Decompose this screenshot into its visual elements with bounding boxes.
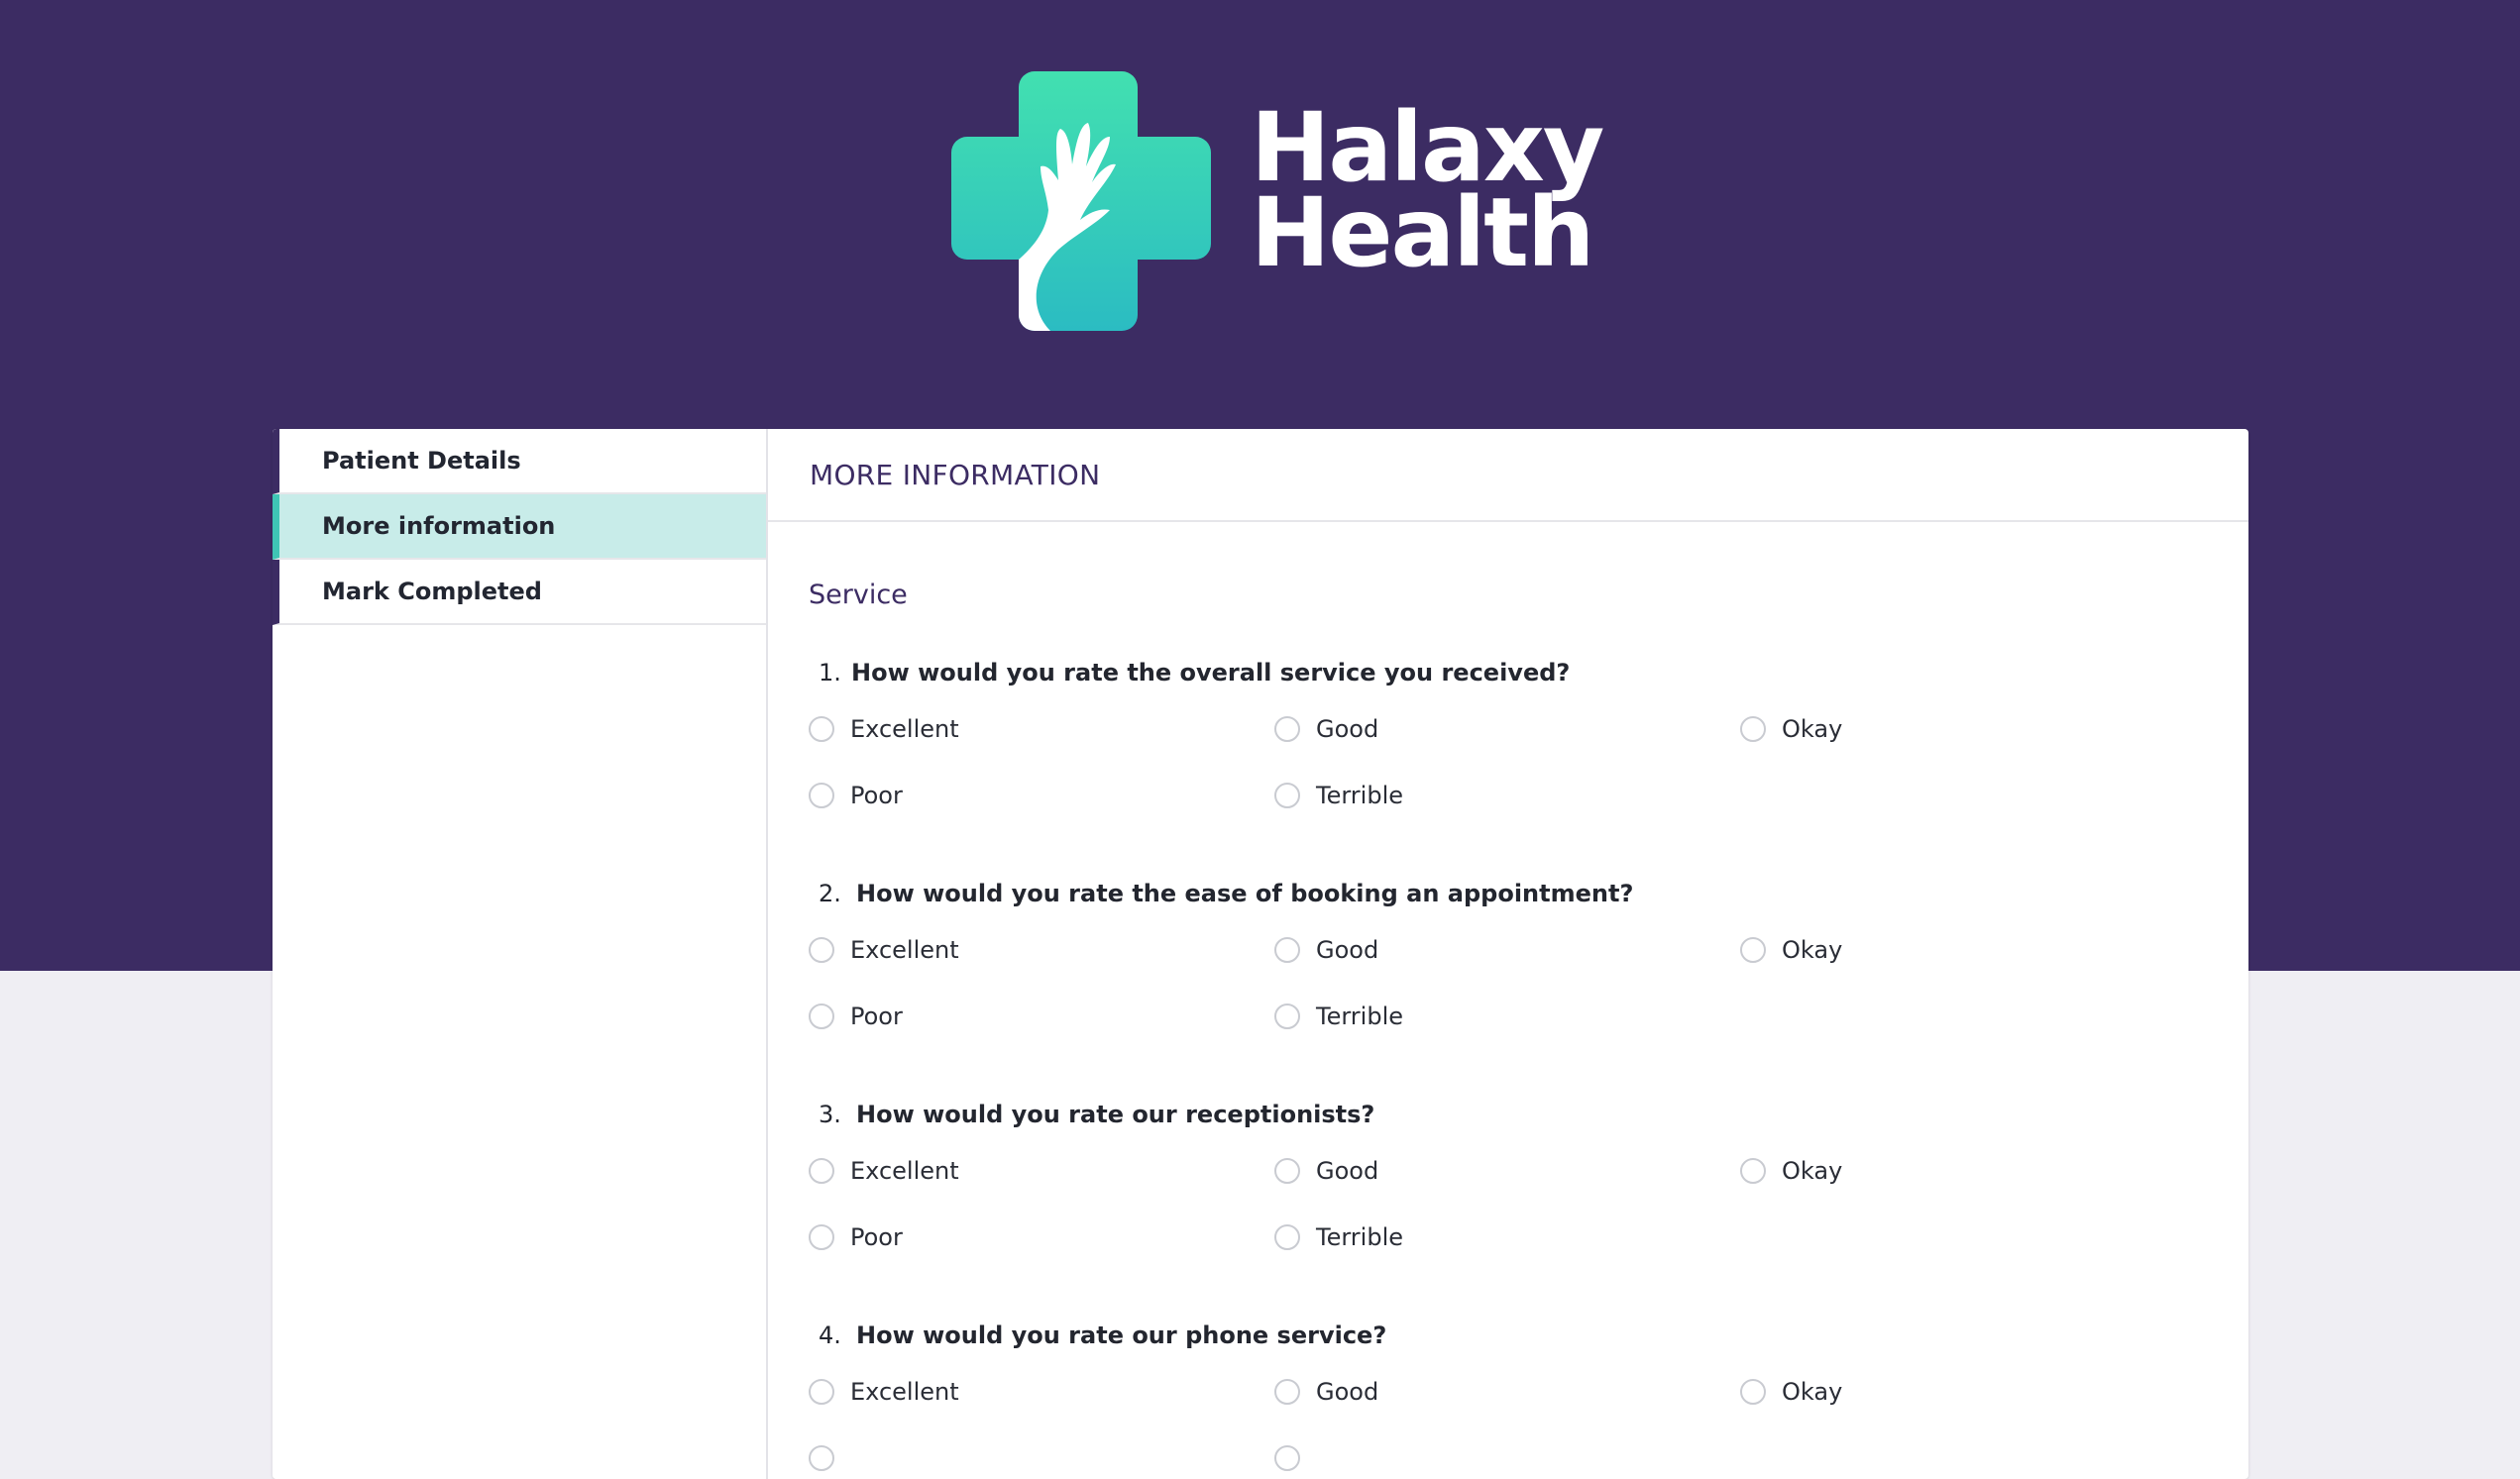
option-excellent[interactable]: Excellent [809,930,959,970]
option-label: Poor [850,782,903,809]
section-title: Service [809,580,908,610]
radio-button[interactable] [1274,1445,1300,1471]
option-label: Excellent [850,1157,959,1185]
option-label: Good [1316,1157,1379,1185]
sidebar-item-more-information[interactable]: More information [273,494,766,560]
option-excellent[interactable]: Excellent [809,709,959,749]
radio-button[interactable] [809,716,834,742]
sidebar-item-label: Patient Details [322,447,521,475]
radio-button[interactable] [809,783,834,808]
page-title: MORE INFORMATION [768,429,2248,522]
option-poor[interactable]: Poor [809,997,903,1036]
radio-button[interactable] [809,1158,834,1184]
question-text: How would you rate the overall service y… [851,659,1571,687]
radio-button[interactable] [1274,1224,1300,1250]
option-label: Okay [1782,1157,1843,1185]
sidebar-item-label: More information [322,512,556,540]
option-label: Terrible [1316,1223,1403,1251]
radio-button[interactable] [1274,783,1300,808]
option-label: Excellent [850,936,959,964]
option-terrible[interactable]: Terrible [1274,1217,1403,1257]
option-okay[interactable]: Okay [1740,1372,1842,1412]
question-title: 3. How would you rate our receptionists? [809,1101,2196,1136]
radio-button[interactable] [1274,1004,1300,1029]
question-2: 2. How would you rate the ease of bookin… [809,880,2196,1030]
medical-cross-hand-icon [951,71,1211,331]
sidebar: Patient Details More information Mark Co… [273,429,768,1479]
option-label: Good [1316,1378,1379,1406]
option-label: Poor [850,1223,903,1251]
main-panel: MORE INFORMATION Service 1. How would yo… [768,429,2248,1479]
brand-name-line2: Health [1251,177,1594,288]
option-label: Excellent [850,715,959,743]
option-terrible-partial[interactable] [1274,1438,1316,1478]
question-text: How would you rate the ease of booking a… [856,880,1634,907]
option-good[interactable]: Good [1274,709,1378,749]
option-good[interactable]: Good [1274,1151,1378,1191]
option-label: Excellent [850,1378,959,1406]
question-number: 2. [819,880,841,907]
option-good[interactable]: Good [1274,1372,1378,1412]
radio-button[interactable] [1740,1379,1766,1405]
question-text: How would you rate our receptionists? [856,1101,1375,1128]
question-number: 4. [819,1321,841,1349]
option-terrible[interactable]: Terrible [1274,997,1403,1036]
radio-button[interactable] [1740,716,1766,742]
option-label: Terrible [1316,1003,1403,1030]
radio-button[interactable] [1740,1158,1766,1184]
question-number: 3. [819,1101,841,1128]
option-label: Poor [850,1003,903,1030]
question-1: 1. How would you rate the overall servic… [809,659,2196,809]
radio-button[interactable] [809,1224,834,1250]
option-terrible[interactable]: Terrible [1274,776,1403,815]
radio-button[interactable] [1274,1158,1300,1184]
option-okay[interactable]: Okay [1740,709,1842,749]
form-card: Patient Details More information Mark Co… [273,429,2248,1479]
option-label: Okay [1782,715,1843,743]
radio-button[interactable] [809,1004,834,1029]
option-excellent[interactable]: Excellent [809,1151,959,1191]
sidebar-item-mark-completed[interactable]: Mark Completed [273,560,766,625]
question-text: How would you rate our phone service? [856,1321,1387,1349]
question-4: 4. How would you rate our phone service?… [809,1321,2196,1471]
option-label: Okay [1782,936,1843,964]
option-poor[interactable]: Poor [809,1217,903,1257]
option-label: Okay [1782,1378,1843,1406]
question-title: 2. How would you rate the ease of bookin… [809,880,2196,915]
option-okay[interactable]: Okay [1740,930,1842,970]
sidebar-item-label: Mark Completed [322,578,542,605]
option-okay[interactable]: Okay [1740,1151,1842,1191]
radio-button[interactable] [809,1379,834,1405]
option-excellent[interactable]: Excellent [809,1372,959,1412]
radio-button[interactable] [1274,1379,1300,1405]
brand-name: Halaxy Health [1251,100,1604,288]
option-label: Good [1316,715,1379,743]
option-poor[interactable]: Poor [809,776,903,815]
radio-button[interactable] [1740,937,1766,963]
radio-button[interactable] [809,1445,834,1471]
radio-button[interactable] [809,937,834,963]
question-title: 1. How would you rate the overall servic… [809,659,2196,694]
option-label: Good [1316,936,1379,964]
sidebar-item-patient-details[interactable]: Patient Details [273,429,766,494]
option-poor-partial[interactable] [809,1438,850,1478]
question-number: 1. [819,659,841,687]
radio-button[interactable] [1274,937,1300,963]
option-label: Terrible [1316,782,1403,809]
question-title: 4. How would you rate our phone service? [809,1321,2196,1357]
brand-logo: Halaxy Health [951,71,1604,331]
option-good[interactable]: Good [1274,930,1378,970]
radio-button[interactable] [1274,716,1300,742]
question-3: 3. How would you rate our receptionists?… [809,1101,2196,1251]
